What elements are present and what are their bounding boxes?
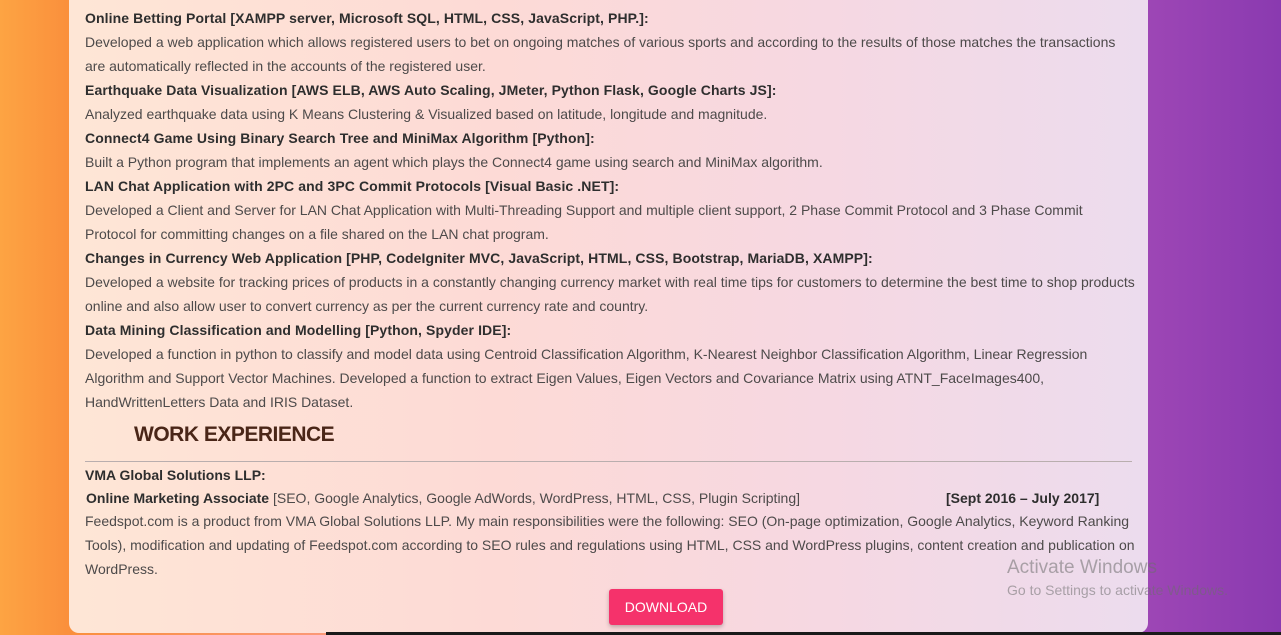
project-title: Online Betting Portal [XAMPP server, Mic… xyxy=(85,10,649,26)
project-item: LAN Chat Application with 2PC and 3PC Co… xyxy=(85,174,1135,246)
project-title: Earthquake Data Visualization [AWS ELB, … xyxy=(85,82,777,98)
work-experience-section: VMA Global Solutions LLP: Online Marketi… xyxy=(85,463,1135,581)
project-description: Developed a web application which allows… xyxy=(85,34,1116,74)
project-description: Built a Python program that implements a… xyxy=(85,154,823,170)
company-name: VMA Global Solutions LLP: xyxy=(85,467,266,483)
job-dates: [Sept 2016 – July 2017] xyxy=(946,490,1100,506)
project-title: Changes in Currency Web Application [PHP… xyxy=(85,250,873,266)
role-line: Online Marketing Associate [SEO, Google … xyxy=(85,487,1135,509)
project-description: Developed a website for tracking prices … xyxy=(85,274,1135,314)
project-title: Connect4 Game Using Binary Search Tree a… xyxy=(85,130,595,146)
project-description: Analyzed earthquake data using K Means C… xyxy=(85,106,768,122)
project-item: Earthquake Data Visualization [AWS ELB, … xyxy=(85,78,1135,126)
watermark-title: Activate Windows xyxy=(1007,557,1157,578)
section-divider xyxy=(85,461,1132,462)
watermark-subtitle: Go to Settings to activate Windows. xyxy=(1007,582,1228,598)
project-item: Data Mining Classification and Modelling… xyxy=(85,318,1135,414)
work-experience-heading: WORK EXPERIENCE xyxy=(134,423,335,446)
activate-windows-watermark: Activate Windows Go to Settings to activ… xyxy=(1007,556,1228,600)
project-description: Developed a function in python to classi… xyxy=(85,346,1088,410)
project-item: Connect4 Game Using Binary Search Tree a… xyxy=(85,126,1135,174)
job-description: Feedspot.com is a product from VMA Globa… xyxy=(85,513,1135,577)
project-item: Online Betting Portal [XAMPP server, Mic… xyxy=(85,6,1135,78)
project-item: Changes in Currency Web Application [PHP… xyxy=(85,246,1135,318)
project-description: Developed a Client and Server for LAN Ch… xyxy=(85,202,1083,242)
projects-section: Online Betting Portal [XAMPP server, Mic… xyxy=(85,6,1135,414)
project-title: Data Mining Classification and Modelling… xyxy=(85,322,512,338)
job-role: Online Marketing Associate xyxy=(86,490,270,506)
project-title: LAN Chat Application with 2PC and 3PC Co… xyxy=(85,178,620,194)
job-skills: [SEO, Google Analytics, Google AdWords, … xyxy=(269,490,801,506)
download-button[interactable]: DOWNLOAD xyxy=(609,589,723,625)
